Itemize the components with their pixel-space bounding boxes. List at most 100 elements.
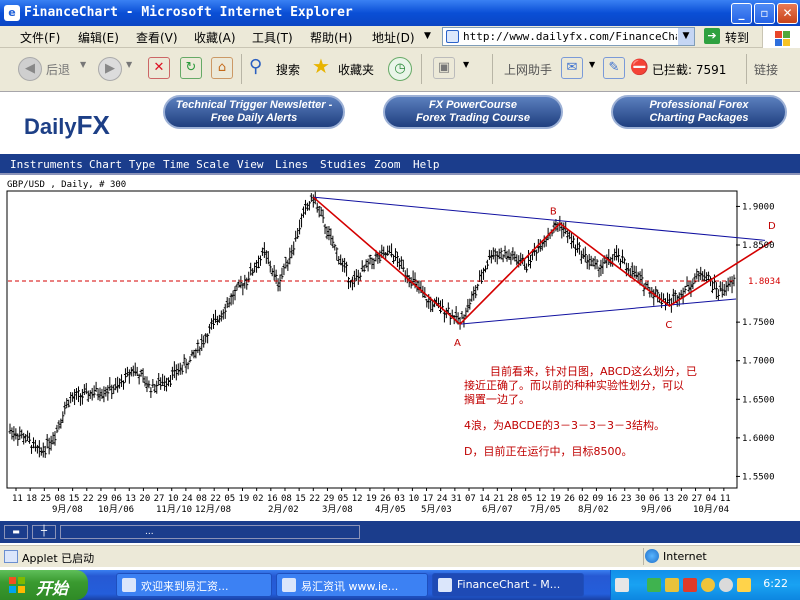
menu-file[interactable]: 文件(F): [20, 29, 60, 46]
online-helper-button[interactable]: 上网助手: [504, 61, 552, 78]
menu-lines[interactable]: Lines: [275, 158, 308, 171]
help-icon[interactable]: [701, 578, 715, 592]
back-arrow-icon[interactable]: ◀: [18, 57, 42, 81]
plot-frame: [6, 190, 738, 489]
search-icon[interactable]: ⚲: [249, 56, 262, 77]
clock[interactable]: 6:22: [763, 577, 788, 590]
mail-icon[interactable]: ✉: [561, 57, 583, 79]
x-day-label: 12: [352, 494, 363, 504]
edit-icon[interactable]: ✎: [603, 57, 625, 79]
notification-icon[interactable]: [737, 578, 751, 592]
x-month-label: 4月/05: [375, 504, 406, 515]
menu-chart-view[interactable]: View: [237, 158, 264, 171]
menu-favorites[interactable]: 收藏(A): [194, 29, 236, 46]
menu-help[interactable]: 帮助(H): [310, 29, 352, 46]
address-label-dropdown-icon[interactable]: ▼: [424, 31, 431, 41]
mail-dropdown-icon[interactable]: ▼: [589, 60, 595, 69]
antivirus-icon[interactable]: [683, 578, 697, 592]
address-input[interactable]: http://www.dailyfx.com/FinanceChart.: [463, 30, 677, 43]
x-month-label: 11月/10: [156, 504, 192, 515]
price-chart[interactable]: 1.9000 1.8500 1.7500 1.7000 1.6500 1.6000 1.55…: [0, 177, 800, 520]
x-day-label: 11: [720, 494, 731, 504]
x-day-label: 26: [564, 494, 575, 504]
security-shield-icon[interactable]: [665, 578, 679, 592]
popup-blocker-icon[interactable]: ⛔: [630, 58, 649, 76]
menu-view[interactable]: 查看(V): [136, 29, 178, 46]
annotation-line-2: 接近正确了。而以前的种种实验性划分，可以: [464, 378, 684, 392]
search-button[interactable]: 搜索: [276, 61, 300, 78]
address-dropdown-icon[interactable]: ▼: [678, 28, 694, 45]
menu-edit[interactable]: 编辑(E): [78, 29, 119, 46]
address-label: 地址(D): [372, 31, 415, 45]
x-day-label: 20: [677, 494, 688, 504]
task-button-2[interactable]: 易汇资讯 www.ie...: [276, 573, 428, 597]
task-button-3[interactable]: FinanceChart - M...: [432, 573, 584, 597]
x-day-label: 20: [139, 494, 150, 504]
x-month-label: 9月/08: [52, 504, 83, 515]
home-icon[interactable]: ⌂: [211, 57, 233, 79]
charting-packages-button[interactable]: Professional Forex Charting Packages: [611, 95, 787, 129]
window-title-bar[interactable]: e FinanceChart - Microsoft Internet Expl…: [0, 0, 800, 26]
toolbar-separator: [492, 54, 493, 84]
popup-blocked-count[interactable]: 已拦截: 7591: [652, 61, 726, 78]
history-icon[interactable]: ◷: [388, 57, 412, 81]
x-day-label: 19: [366, 494, 377, 504]
x-month-label: 10月/06: [98, 504, 134, 515]
newsletter-button[interactable]: Technical Trigger Newsletter - Free Daily…: [163, 95, 345, 129]
x-day-label: 04: [706, 494, 717, 504]
menu-tools[interactable]: 工具(T): [252, 29, 293, 46]
media-dropdown-icon[interactable]: ▼: [463, 60, 469, 69]
back-dropdown-icon[interactable]: ▼: [80, 60, 86, 69]
security-zone: Internet: [663, 550, 707, 563]
close-button[interactable]: ✕: [777, 3, 798, 24]
y-tick-label: 1.8500: [742, 241, 775, 251]
keyboard-icon[interactable]: [615, 578, 629, 592]
maximize-button[interactable]: ▫: [754, 3, 775, 24]
x-day-label: 08: [196, 494, 207, 504]
start-button[interactable]: 开始: [0, 570, 88, 600]
powercourse-button[interactable]: FX PowerCourse Forex Trading Course: [383, 95, 563, 129]
favorites-button[interactable]: 收藏夹: [338, 61, 374, 78]
x-day-label: 25: [40, 494, 51, 504]
menu-chart-help[interactable]: Help: [413, 158, 440, 171]
minimize-button[interactable]: _: [731, 3, 752, 24]
x-day-label: 21: [493, 494, 504, 504]
refresh-icon[interactable]: ↻: [180, 57, 202, 79]
dailyfx-banner: DailyFX Technical Trigger Newsletter - Fr…: [0, 92, 800, 154]
forward-arrow-icon[interactable]: ▶: [98, 57, 122, 81]
links-button[interactable]: 链接: [754, 61, 778, 78]
chart-area[interactable]: 1.9000 1.8500 1.7500 1.7000 1.6500 1.6000 1.55…: [0, 177, 800, 520]
menu-zoom[interactable]: Zoom: [374, 158, 401, 171]
volume-icon[interactable]: [719, 578, 733, 592]
favorites-star-icon[interactable]: ★: [312, 54, 330, 78]
stop-icon[interactable]: ✕: [148, 57, 170, 79]
x-day-label: 15: [69, 494, 80, 504]
crosshair-button[interactable]: ┼: [32, 525, 56, 539]
chart-mode-button[interactable]: ▬: [4, 525, 28, 539]
network-icon[interactable]: [647, 578, 661, 592]
address-bar[interactable]: http://www.dailyfx.com/FinanceChart. ▼: [442, 27, 695, 46]
y-tick-label: 1.7000: [742, 357, 775, 367]
go-arrow-icon[interactable]: ➔: [704, 28, 720, 44]
menu-instruments[interactable]: Instruments: [10, 158, 83, 171]
annotation-line-5: D，目前正在运行中，目标8500。: [464, 444, 632, 458]
x-day-label: 29: [97, 494, 108, 504]
task-button-1[interactable]: 欢迎来到易汇资...: [116, 573, 272, 597]
dailyfx-logo[interactable]: DailyFX: [24, 110, 110, 141]
x-day-label: 08: [54, 494, 65, 504]
back-button[interactable]: 后退: [46, 61, 70, 78]
forward-dropdown-icon[interactable]: ▼: [126, 60, 132, 69]
status-text: Applet 已启动: [22, 552, 95, 565]
media-icon[interactable]: ▣: [433, 57, 455, 79]
x-day-label: 06: [111, 494, 122, 504]
wave-label-d: D: [768, 221, 776, 232]
x-day-label: 18: [26, 494, 37, 504]
x-day-label: 22: [210, 494, 221, 504]
window-title: FinanceChart - Microsoft Internet Explor…: [24, 5, 353, 20]
menu-chart-type[interactable]: Chart Type: [89, 158, 155, 171]
menu-time-scale[interactable]: Time Scale: [163, 158, 229, 171]
ie-task-icon: [282, 578, 296, 592]
menu-studies[interactable]: Studies: [320, 158, 366, 171]
ie-task-icon: [438, 578, 452, 592]
go-button[interactable]: 转到: [725, 29, 749, 46]
